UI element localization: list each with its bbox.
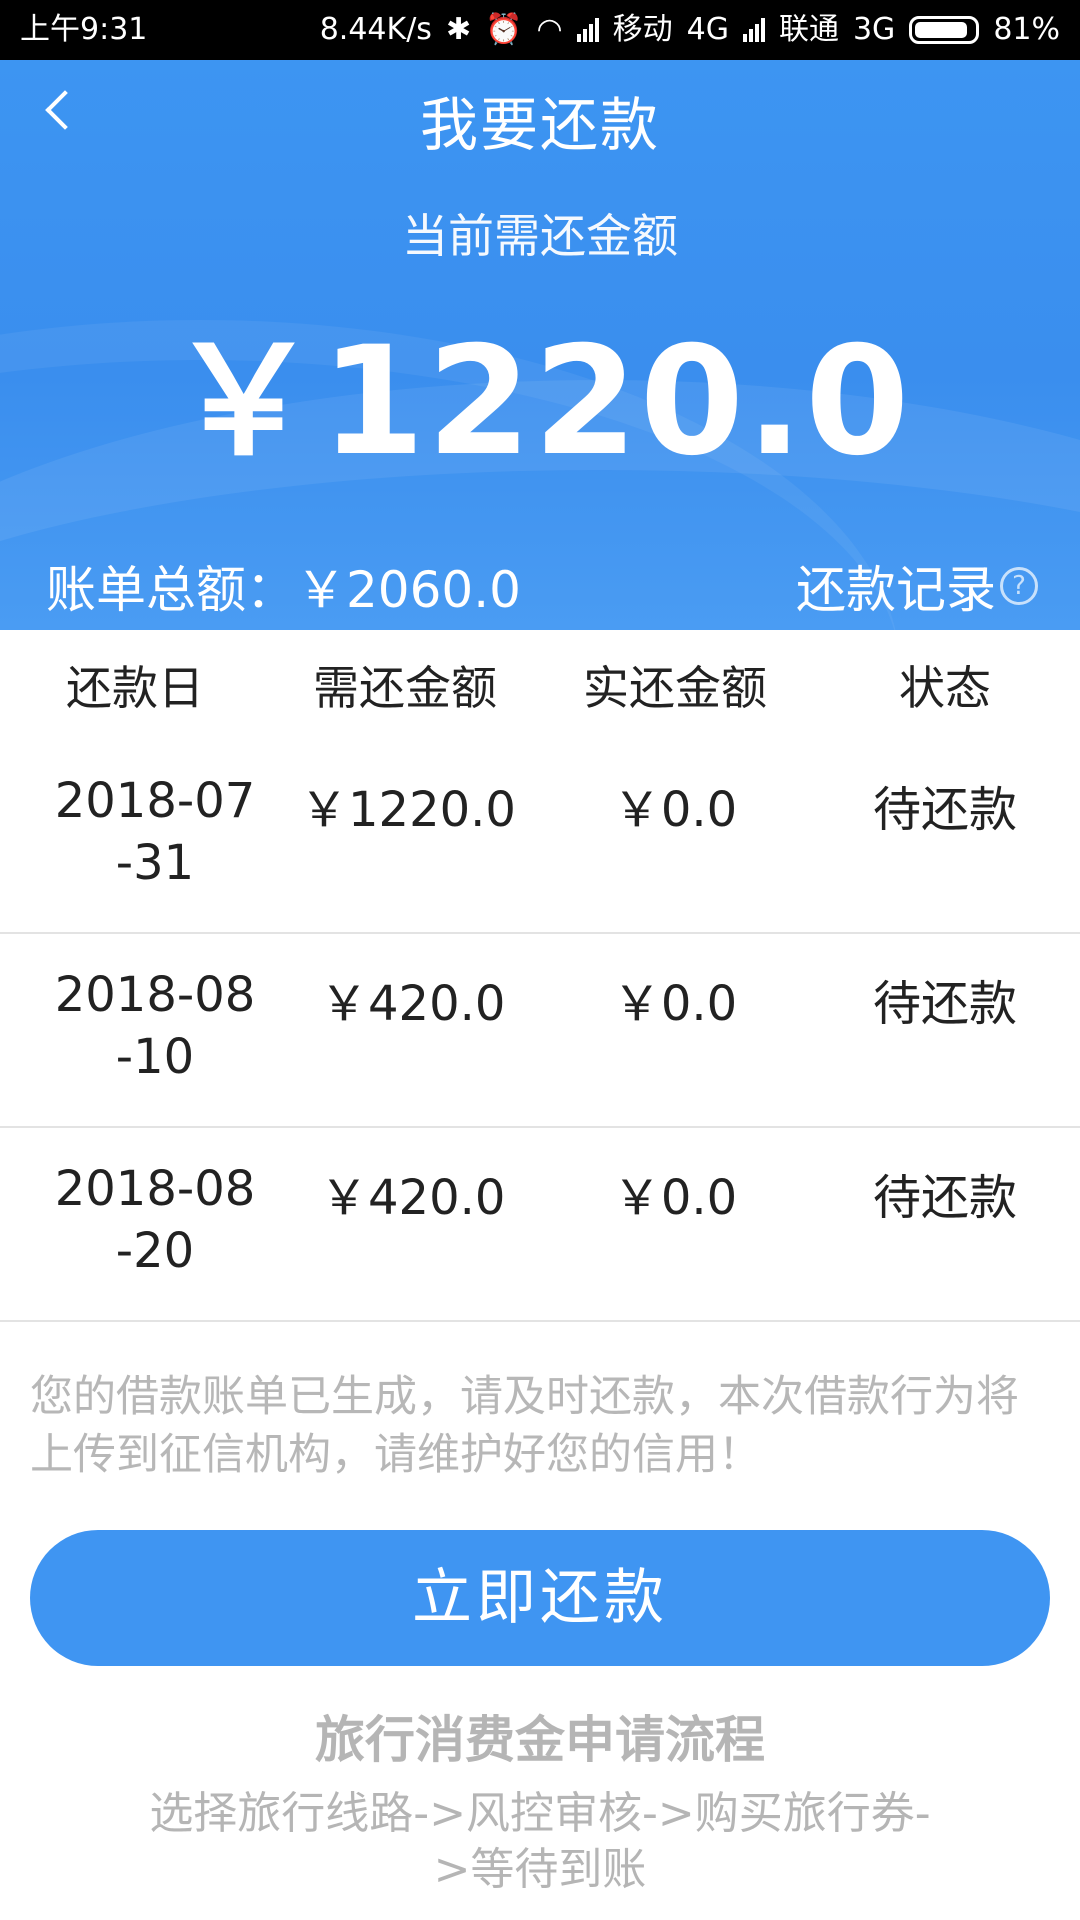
header-repay-date: 还款日 [66,661,204,715]
carrier2-label: 联通 [778,12,839,47]
row-due: ￥420.0 [320,976,506,1032]
row-date: 2018-08-20 [54,1161,256,1279]
wifi-icon: ◠ [536,12,563,47]
page-title: 我要还款 [419,91,660,159]
signal-icon-2 [742,18,765,42]
pay-now-button[interactable]: 立即还款 [30,1530,1050,1666]
signal-icon [576,18,599,42]
table-row: 2018-08-20 ￥420.0 ￥0.0 待还款 [0,1128,1080,1322]
repayment-table: 还款日 需还金额 实还金额 状态 2018-07-31 ￥1220.0 ￥0.0… [0,630,1080,1322]
credit-notice: 您的借款账单已生成，请及时还款，本次借款行为将上传到征信机构，请维护好您的信用！ [30,1372,1019,1480]
row-paid: ￥0.0 [612,976,738,1032]
repay-record-link[interactable]: 还款记录 ? [796,550,1038,622]
repay-header: 我要还款 当前需还金额 ￥1220.0 账单总额：￥2060.0 还款记录 ? [0,60,1080,630]
row-due: ￥1220.0 [300,782,516,838]
repay-record-label: 还款记录 [796,561,996,619]
row-due: ￥420.0 [320,1170,506,1226]
network1-label: 4G [686,12,729,47]
alarm-icon: ⏰ [485,12,523,47]
status-bar: 上午9:31 8.44K/s ✱ ⏰ ◠ 移动 4G 联通 3G 81% [0,0,1080,60]
table-row: 2018-07-31 ￥1220.0 ￥0.0 待还款 [0,740,1080,934]
net-speed: 8.44K/s [319,12,432,47]
bill-total: 账单总额：￥2060.0 [46,561,521,619]
battery-icon [909,16,980,44]
row-status: 待还款 [872,1170,1017,1226]
current-due-label: 当前需还金额 [402,209,678,263]
table-row: 2018-08-10 ￥420.0 ￥0.0 待还款 [0,934,1080,1128]
flow-steps: 选择旅行线路->风控审核->购买旅行券->等待到账 [149,1788,931,1895]
battery-percent: 81% [993,12,1060,47]
table-header: 还款日 需还金额 实还金额 状态 [0,630,1080,740]
status-time: 上午9:31 [20,12,148,47]
header-due-amount: 需还金额 [313,661,497,715]
row-paid: ￥0.0 [612,782,738,838]
header-status: 状态 [899,661,991,715]
row-status: 待还款 [872,976,1017,1032]
row-date: 2018-07-31 [54,773,256,891]
row-paid: ￥0.0 [612,1170,738,1226]
bluetooth-icon: ✱ [445,12,472,47]
header-paid-amount: 实还金额 [583,661,767,715]
carrier1-label: 移动 [612,12,673,47]
row-date: 2018-08-10 [54,967,256,1085]
help-icon[interactable]: ? [1000,567,1038,605]
current-due-amount: ￥1220.0 [168,315,912,489]
status-right: 8.44K/s ✱ ⏰ ◠ 移动 4G 联通 3G 81% [320,0,1060,60]
row-status: 待还款 [872,782,1017,838]
network2-label: 3G [852,12,896,47]
flow-title: 旅行消费金申请流程 [315,1711,765,1769]
